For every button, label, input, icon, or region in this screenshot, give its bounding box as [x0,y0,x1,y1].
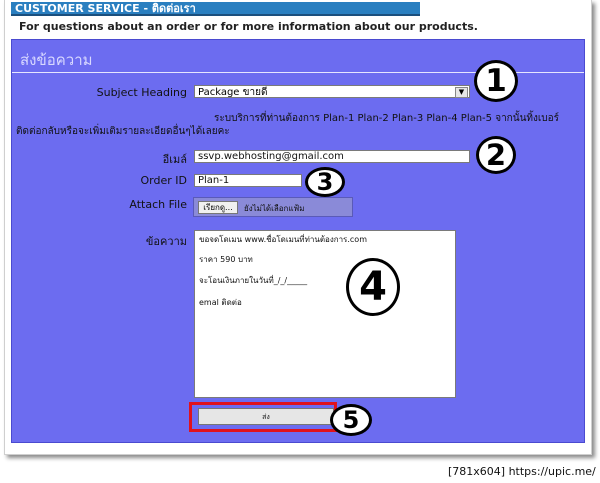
order-id-field[interactable]: Plan-1 [194,174,302,187]
attach-file-label: Attach File [129,198,187,211]
annotation-marker-3: 3 [305,167,345,197]
message-line: emal ติดต่อ [199,298,242,307]
annotation-marker-1: 1 [474,60,518,102]
message-textarea[interactable]: ขอจดโดเมน www.ชื่อโดเมนที่ท่านต้องการ.co… [194,230,456,398]
plan-instructions-line-1: ระบบริการที่ท่านต้องการ Plan-1 Plan-2 Pl… [214,113,560,124]
message-line: ราคา 590 บาท [199,255,253,264]
image-size-watermark: [781x604] https://upic.me/ [448,465,596,478]
browse-button[interactable]: เรียกดู... [198,201,238,214]
subject-select-value: Package ขายดี [198,87,268,98]
message-label: ข้อความ [145,235,187,248]
email-field[interactable]: ssvp.webhosting@gmail.com [194,150,470,163]
message-line: ขอจดโดเมน www.ชื่อโดเมนที่ท่านต้องการ.co… [199,235,367,244]
annotation-marker-5: 5 [330,404,372,436]
panel-title: ส่งข้อความ [20,51,93,69]
attach-file-input: เรียกดู... ยังไม่ได้เลือกแฟ้ม [193,197,353,217]
page-subtitle: For questions about an order or for more… [19,20,478,33]
subject-select[interactable]: Package ขายดี ▼ [194,85,470,98]
submit-button[interactable]: ส่ง [198,408,334,425]
annotation-marker-2: 2 [476,136,516,174]
email-label: อีเมล์ [162,153,187,166]
message-line: จะโอนเงินภายในวันที่_/_/_____ [199,276,308,285]
chevron-down-icon[interactable]: ▼ [455,87,468,98]
plan-instructions-line-2: ติดต่อกลับหรือจะเพิ่มเติมรายละเอียดอื่นๆ… [16,126,230,137]
annotation-marker-4: 4 [346,258,400,316]
subject-label: Subject Heading [96,86,187,99]
page-title-bar: CUSTOMER SERVICE - ติดต่อเรา [11,2,420,16]
order-id-label: Order ID [140,174,187,187]
no-file-text: ยังไม่ได้เลือกแฟ้ม [244,204,305,213]
